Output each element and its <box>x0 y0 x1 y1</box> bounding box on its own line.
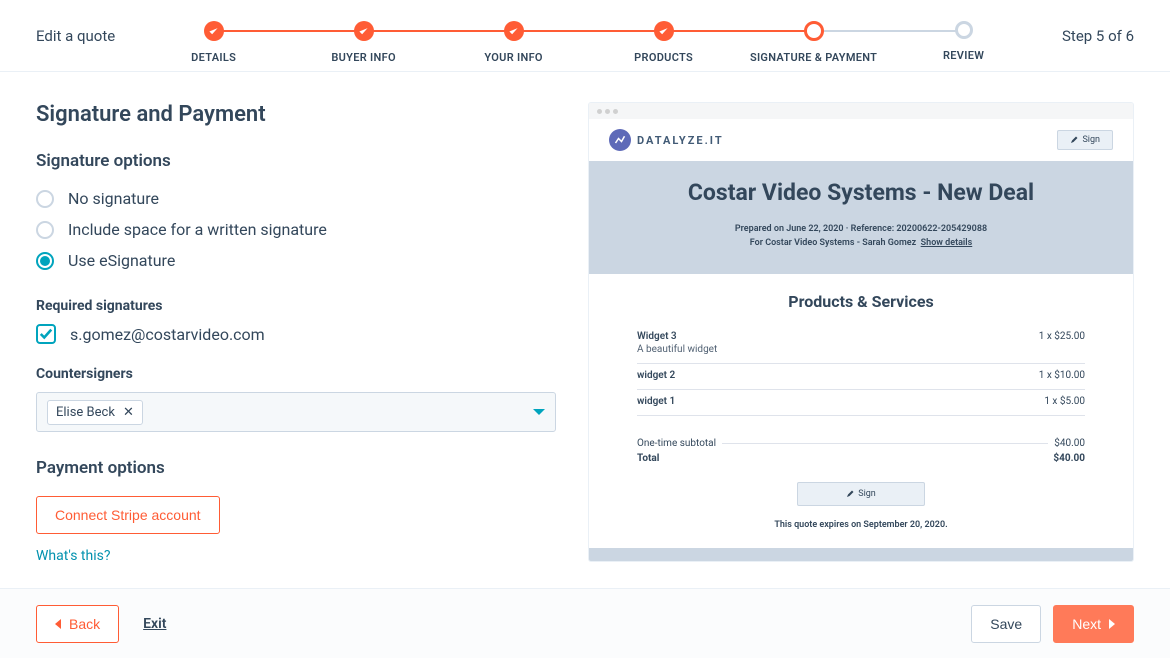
preview-product-row: widget 2 1 x $10.00 <box>637 364 1085 390</box>
radio-written-signature[interactable]: Include space for a written signature <box>36 220 556 239</box>
signature-options-title: Signature options <box>36 151 556 171</box>
preview-sign-button-main: Sign <box>797 482 925 506</box>
page-title: Edit a quote <box>36 27 115 45</box>
back-button[interactable]: Back <box>36 605 119 643</box>
exit-link[interactable]: Exit <box>143 616 166 632</box>
required-signer-email: s.gomez@costarvideo.com <box>70 325 265 344</box>
radio-label: Include space for a written signature <box>68 220 327 239</box>
preview-for: For Costar Video Systems - Sarah Gomez S… <box>609 238 1113 248</box>
check-icon <box>658 26 669 37</box>
preview-panel: DATALYZE.IT Sign Costar Video Systems - … <box>588 102 1134 588</box>
radio-icon <box>36 190 54 208</box>
chip-label: Elise Beck <box>56 405 115 420</box>
chevron-down-icon <box>533 409 545 415</box>
preview-show-details: Show details <box>921 238 973 248</box>
preview-sign-button-top: Sign <box>1057 130 1113 150</box>
preview-deal-title: Costar Video Systems - New Deal <box>609 179 1113 206</box>
radio-label: Use eSignature <box>68 251 175 270</box>
radio-no-signature[interactable]: No signature <box>36 189 556 208</box>
chevron-right-icon <box>1109 619 1115 629</box>
check-icon <box>508 26 519 37</box>
step-review[interactable]: REVIEW <box>889 21 1039 62</box>
preview-product-row: widget 1 1 x $5.00 <box>637 390 1085 416</box>
remove-chip-icon[interactable]: ✕ <box>123 405 134 420</box>
wizard-header: Edit a quote DETAILS BUYER INFO YOUR INF… <box>0 0 1170 72</box>
chevron-left-icon <box>55 619 61 629</box>
countersigners-title: Countersigners <box>36 366 556 382</box>
quote-preview: DATALYZE.IT Sign Costar Video Systems - … <box>588 102 1134 562</box>
form-panel: Signature and Payment Signature options … <box>36 102 556 588</box>
current-step-icon <box>804 21 824 41</box>
section-title: Signature and Payment <box>36 102 556 127</box>
step-your-info[interactable]: YOUR INFO <box>439 21 589 64</box>
countersigner-chip: Elise Beck ✕ <box>47 400 143 425</box>
pen-icon <box>1070 136 1078 144</box>
step-products[interactable]: PRODUCTS <box>589 21 739 64</box>
payment-options-title: Payment options <box>36 458 556 478</box>
connect-stripe-button[interactable]: Connect Stripe account <box>36 496 220 534</box>
countersigners-select[interactable]: Elise Beck ✕ <box>36 392 556 432</box>
next-button[interactable]: Next <box>1053 605 1134 643</box>
signature-options-group: No signature Include space for a written… <box>36 189 556 270</box>
preview-window-chrome <box>589 103 1133 119</box>
stepper: DETAILS BUYER INFO YOUR INFO PRODUCTS SI <box>139 21 1039 64</box>
preview-contact: Questions? Contact me <box>589 548 1133 562</box>
preview-brand: DATALYZE.IT <box>609 129 724 151</box>
step-indicator: Step 5 of 6 <box>1062 27 1134 45</box>
save-button[interactable]: Save <box>971 605 1041 643</box>
preview-total-row: Total $40.00 <box>637 451 1085 466</box>
required-signatures-title: Required signatures <box>36 298 556 314</box>
whats-this-link[interactable]: What's this? <box>36 548 110 564</box>
upcoming-step-icon <box>955 21 973 39</box>
step-details[interactable]: DETAILS <box>139 21 289 64</box>
check-icon <box>358 26 369 37</box>
brand-circle-icon <box>609 129 631 151</box>
radio-esignature[interactable]: Use eSignature <box>36 251 556 270</box>
radio-icon <box>36 221 54 239</box>
pen-icon <box>846 490 854 498</box>
radio-icon <box>36 252 54 270</box>
required-signer-row[interactable]: s.gomez@costarvideo.com <box>36 324 556 344</box>
preview-subtotal-row: One-time subtotal $40.00 <box>637 436 1085 451</box>
preview-prepared: Prepared on June 22, 2020 · Reference: 2… <box>609 224 1113 234</box>
step-buyer-info[interactable]: BUYER INFO <box>289 21 439 64</box>
wizard-footer: Back Exit Save Next <box>0 588 1170 658</box>
check-icon <box>208 26 219 37</box>
preview-products-title: Products & Services <box>637 292 1085 311</box>
step-signature-payment[interactable]: SIGNATURE & PAYMENT <box>739 21 889 64</box>
preview-product-row: Widget 3 A beautiful widget 1 x $25.00 <box>637 325 1085 364</box>
checkbox-icon <box>36 324 56 344</box>
radio-label: No signature <box>68 189 159 208</box>
preview-expiry: This quote expires on September 20, 2020… <box>637 520 1085 530</box>
